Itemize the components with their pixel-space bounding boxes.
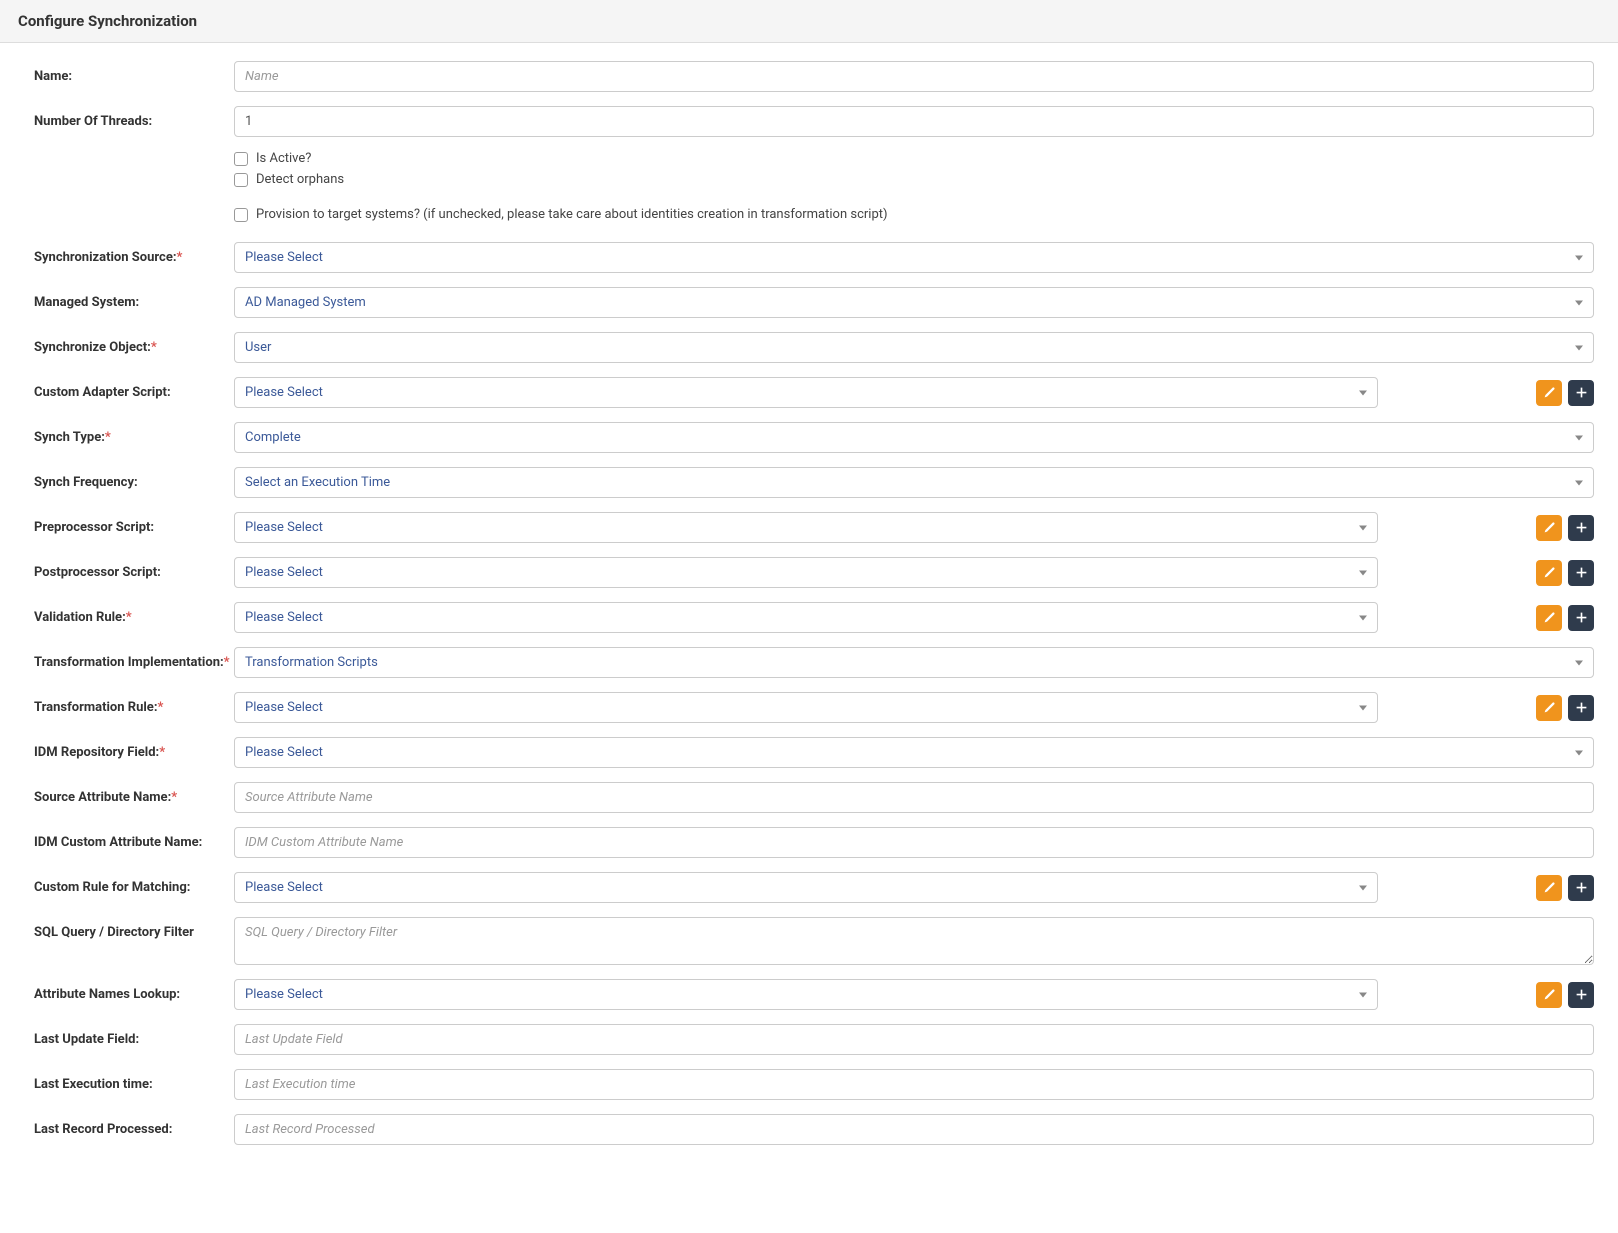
provision-label[interactable]: Provision to target systems? (if uncheck… [256,207,888,222]
custom-rule-edit-button[interactable] [1536,875,1562,901]
plus-icon [1575,881,1588,894]
transform-impl-select[interactable]: Transformation Scripts [234,647,1594,678]
is-active-label[interactable]: Is Active? [256,151,311,166]
label-idm-custom-attr: IDM Custom Attribute Name: [34,827,234,850]
last-record-processed-input[interactable] [234,1114,1594,1145]
chevron-down-icon [1575,300,1583,305]
sql-query-textarea[interactable] [234,917,1594,965]
attr-names-lookup-add-button[interactable] [1568,982,1594,1008]
label-synch-freq: Synch Frequency: [34,467,234,490]
chevron-down-icon [1359,705,1367,710]
source-attr-input[interactable] [234,782,1594,813]
transform-rule-select[interactable]: Please Select [234,692,1378,723]
plus-icon [1575,566,1588,579]
pencil-icon [1543,521,1556,534]
label-managed-system: Managed System: [34,287,234,310]
chevron-down-icon [1359,525,1367,530]
label-preprocessor: Preprocessor Script: [34,512,234,535]
custom-adapter-select[interactable]: Please Select [234,377,1378,408]
label-custom-rule-matching: Custom Rule for Matching: [34,872,234,895]
is-active-checkbox[interactable] [234,152,248,166]
transform-rule-edit-button[interactable] [1536,695,1562,721]
postprocessor-add-button[interactable] [1568,560,1594,586]
sync-object-select[interactable]: User [234,332,1594,363]
custom-adapter-add-button[interactable] [1568,380,1594,406]
validation-rule-edit-button[interactable] [1536,605,1562,631]
label-last-record-processed: Last Record Processed: [34,1114,234,1137]
chevron-down-icon [1359,570,1367,575]
label-idm-repo: IDM Repository Field:* [34,737,234,760]
page-header: Configure Synchronization [0,0,1618,43]
chevron-down-icon [1575,255,1583,260]
chevron-down-icon [1575,480,1583,485]
chevron-down-icon [1575,750,1583,755]
attr-names-lookup-select[interactable]: Please Select [234,979,1378,1010]
attr-names-lookup-edit-button[interactable] [1536,982,1562,1008]
num-threads-input[interactable] [234,106,1594,137]
label-last-exec-time: Last Execution time: [34,1069,234,1092]
plus-icon [1575,611,1588,624]
plus-icon [1575,988,1588,1001]
postprocessor-select[interactable]: Please Select [234,557,1378,588]
custom-rule-add-button[interactable] [1568,875,1594,901]
chevron-down-icon [1575,435,1583,440]
name-input[interactable] [234,61,1594,92]
label-postprocessor: Postprocessor Script: [34,557,234,580]
label-last-update-field: Last Update Field: [34,1024,234,1047]
label-transform-impl: Transformation Implementation:* [34,647,234,670]
chevron-down-icon [1359,992,1367,997]
synch-freq-select[interactable]: Select an Execution Time [234,467,1594,498]
label-source-attr: Source Attribute Name:* [34,782,234,805]
custom-rule-matching-select[interactable]: Please Select [234,872,1378,903]
managed-system-select[interactable]: AD Managed System [234,287,1594,318]
pencil-icon [1543,881,1556,894]
label-num-threads: Number Of Threads: [34,106,234,129]
label-name: Name: [34,61,234,84]
chevron-down-icon [1359,885,1367,890]
validation-rule-select[interactable]: Please Select [234,602,1378,633]
detect-orphans-checkbox[interactable] [234,173,248,187]
label-transform-rule: Transformation Rule:* [34,692,234,715]
validation-rule-add-button[interactable] [1568,605,1594,631]
custom-adapter-edit-button[interactable] [1536,380,1562,406]
label-attr-names-lookup: Attribute Names Lookup: [34,979,234,1002]
preprocessor-edit-button[interactable] [1536,515,1562,541]
pencil-icon [1543,611,1556,624]
pencil-icon [1543,701,1556,714]
page-title: Configure Synchronization [18,12,1600,30]
sync-source-select[interactable]: Please Select [234,242,1594,273]
chevron-down-icon [1575,660,1583,665]
chevron-down-icon [1359,615,1367,620]
idm-custom-attr-input[interactable] [234,827,1594,858]
idm-repo-select[interactable]: Please Select [234,737,1594,768]
transform-rule-add-button[interactable] [1568,695,1594,721]
preprocessor-select[interactable]: Please Select [234,512,1378,543]
pencil-icon [1543,386,1556,399]
plus-icon [1575,701,1588,714]
preprocessor-add-button[interactable] [1568,515,1594,541]
last-exec-time-input[interactable] [234,1069,1594,1100]
pencil-icon [1543,566,1556,579]
chevron-down-icon [1359,390,1367,395]
synch-type-select[interactable]: Complete [234,422,1594,453]
label-validation-rule: Validation Rule:* [34,602,234,625]
plus-icon [1575,521,1588,534]
label-custom-adapter: Custom Adapter Script: [34,377,234,400]
last-update-field-input[interactable] [234,1024,1594,1055]
chevron-down-icon [1575,345,1583,350]
label-synch-type: Synch Type:* [34,422,234,445]
sync-form: Name: Number Of Threads: Is Active? Dete… [0,43,1618,1163]
label-sync-source: Synchronization Source:* [34,242,234,265]
pencil-icon [1543,988,1556,1001]
label-sync-object: Synchronize Object:* [34,332,234,355]
provision-checkbox[interactable] [234,208,248,222]
plus-icon [1575,386,1588,399]
postprocessor-edit-button[interactable] [1536,560,1562,586]
label-sql-query: SQL Query / Directory Filter [34,917,234,940]
detect-orphans-label[interactable]: Detect orphans [256,172,344,187]
